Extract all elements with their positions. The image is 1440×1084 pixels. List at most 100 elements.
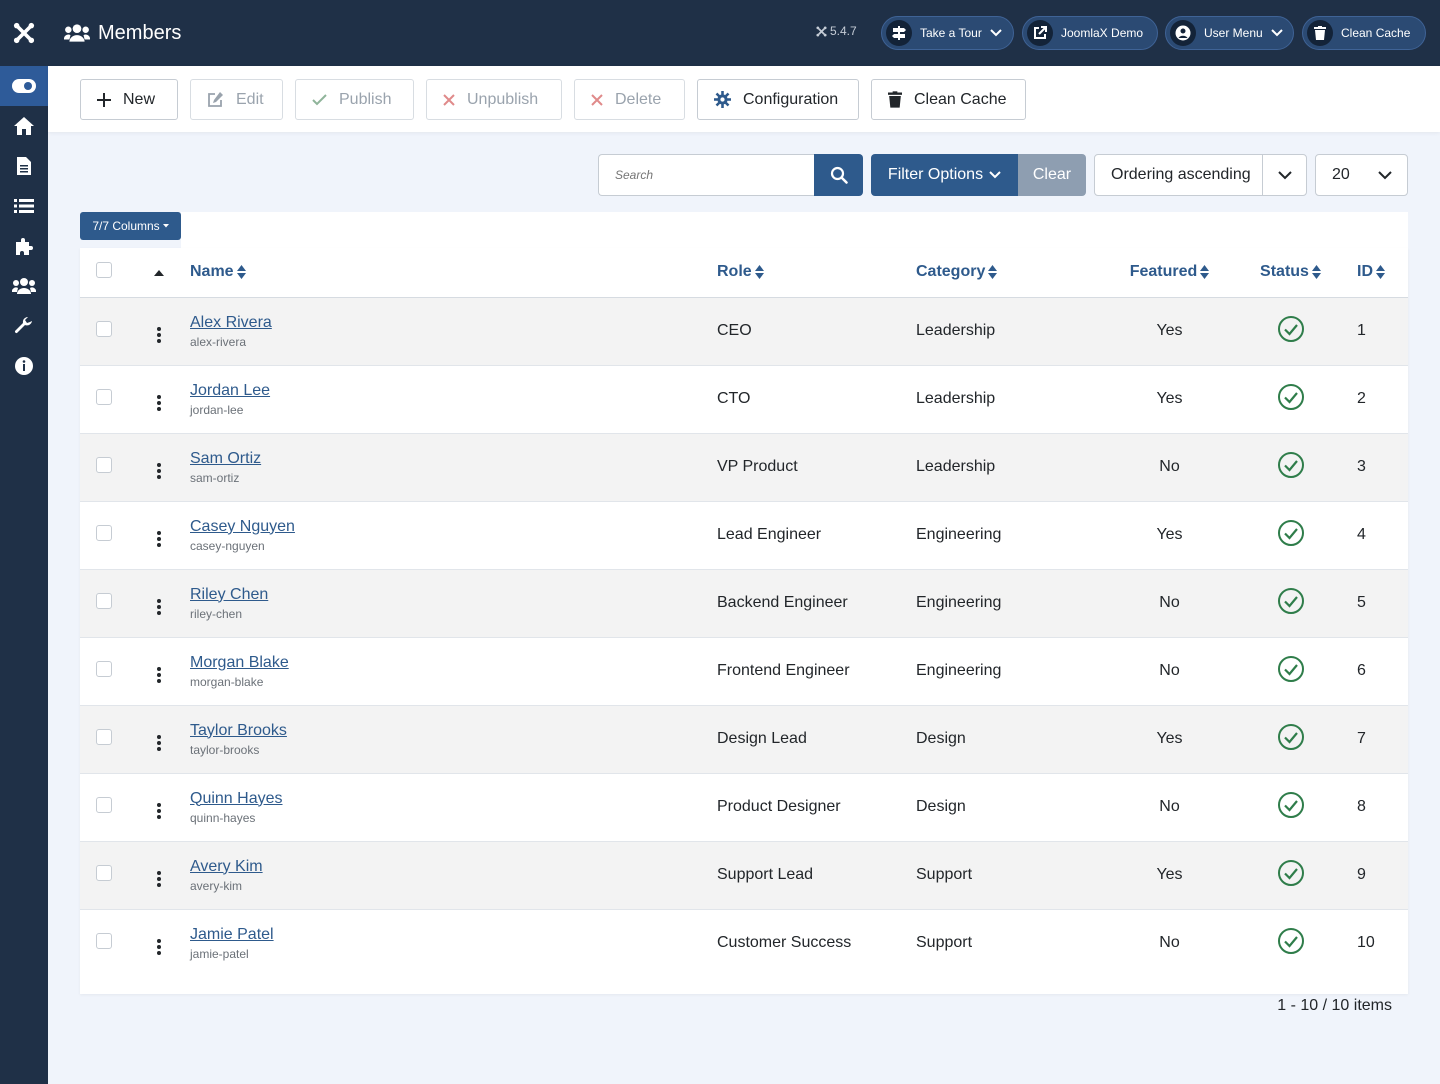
sort-icon [1200,265,1210,280]
member-name-link[interactable]: Jordan Lee [190,382,270,400]
search-button[interactable] [814,154,863,196]
featured-column-header[interactable]: Featured [1130,263,1210,281]
table-row: Jordan Lee jordan-lee CTO Leadership Yes… [80,365,1408,433]
drag-handle-icon[interactable] [153,529,165,549]
sidebar-item-system[interactable] [0,306,48,346]
published-status-icon[interactable] [1277,315,1305,348]
member-name-link[interactable]: Quinn Hayes [190,790,283,808]
row-checkbox[interactable] [96,932,112,949]
take-tour-button[interactable]: Take a Tour [881,16,1014,50]
member-featured: Yes [1156,390,1183,407]
row-checkbox[interactable] [96,728,112,745]
filter-options-button[interactable]: Filter Options [871,154,1018,196]
member-name-link[interactable]: Taylor Brooks [190,722,287,740]
sidebar-item-menus[interactable] [0,186,48,226]
drag-handle-icon[interactable] [153,733,165,753]
drag-handle-icon[interactable] [153,461,165,481]
name-column-header[interactable]: Name [190,263,246,281]
member-name-link[interactable]: Jamie Patel [190,926,274,944]
member-id: 4 [1357,526,1366,543]
published-status-icon[interactable] [1277,723,1305,756]
member-alias: riley-chen [190,606,243,621]
columns-button[interactable]: 7/7 Columns [80,212,181,240]
status-column-header[interactable]: Status [1260,263,1321,281]
joomla-logo-icon [13,22,35,44]
caret-down-icon [162,224,169,228]
chevron-down-icon [990,29,1002,37]
published-status-icon[interactable] [1277,383,1305,416]
member-id: 6 [1357,662,1366,679]
drag-handle-icon[interactable] [153,869,165,889]
published-status-icon[interactable] [1277,587,1305,620]
drag-handle-icon[interactable] [153,597,165,617]
edit-icon [208,92,223,107]
row-checkbox[interactable] [96,524,112,541]
plus-icon [97,92,111,107]
new-button[interactable]: New [80,79,178,120]
publish-button[interactable]: Publish [295,79,414,120]
row-checkbox[interactable] [96,388,112,405]
member-name-link[interactable]: Casey Nguyen [190,518,295,536]
member-name-link[interactable]: Riley Chen [190,586,268,604]
unpublish-button[interactable]: Unpublish [426,79,562,120]
search-icon [830,166,848,184]
row-checkbox[interactable] [96,796,112,813]
published-status-icon[interactable] [1277,655,1305,688]
member-id: 7 [1357,730,1366,747]
row-checkbox[interactable] [96,320,112,337]
sidebar-item-content[interactable] [0,146,48,186]
sidebar-item-users[interactable] [0,266,48,306]
header-clean-cache-button[interactable]: Clean Cache [1302,16,1426,50]
row-checkbox[interactable] [96,864,112,881]
chevron-down-icon [1262,155,1306,195]
row-checkbox[interactable] [96,660,112,677]
toggle-icon [12,79,36,93]
sidebar-item-toggle[interactable] [0,66,48,106]
published-status-icon[interactable] [1277,859,1305,892]
search-input[interactable] [598,154,814,196]
published-status-icon[interactable] [1277,927,1305,960]
user-menu-label: User Menu [1204,26,1263,40]
configuration-button[interactable]: Configuration [697,79,859,120]
sidebar-item-help[interactable] [0,346,48,386]
row-checkbox[interactable] [96,592,112,609]
clean-cache-button[interactable]: Clean Cache [871,79,1026,120]
drag-handle-icon[interactable] [153,665,165,685]
sidebar-item-extensions[interactable] [0,226,48,266]
featured-header-label: Featured [1129,263,1198,281]
joomla-logo[interactable] [0,0,48,66]
edit-button[interactable]: Edit [190,79,283,120]
user-menu-button[interactable]: User Menu [1165,16,1294,50]
limit-select[interactable]: 20 [1315,154,1408,196]
id-column-header[interactable]: ID [1357,263,1385,281]
table-row: Casey Nguyen casey-nguyen Lead Engineer … [80,501,1408,569]
select-all-checkbox[interactable] [96,261,112,278]
member-role: Customer Success [717,934,852,952]
joomlax-demo-button[interactable]: JoomlaX Demo [1022,16,1158,50]
delete-button[interactable]: Delete [574,79,685,120]
role-header-label: Role [717,263,752,281]
version-label: 5.4.7 [816,24,857,38]
row-checkbox[interactable] [96,456,112,473]
member-name-link[interactable]: Alex Rivera [190,314,272,332]
role-column-header[interactable]: Role [717,263,764,281]
clear-button[interactable]: Clear [1018,154,1086,196]
drag-handle-icon[interactable] [153,937,165,957]
drag-handle-icon[interactable] [153,393,165,413]
member-name-link[interactable]: Morgan Blake [190,654,289,672]
drag-handle-icon[interactable] [153,325,165,345]
published-status-icon[interactable] [1277,451,1305,484]
published-status-icon[interactable] [1277,519,1305,552]
member-role: Lead Engineer [717,526,822,543]
member-category: Leadership [916,322,996,339]
member-featured: Yes [1156,322,1183,339]
member-name-link[interactable]: Avery Kim [190,858,263,876]
ordering-select[interactable]: Ordering ascending [1094,154,1307,196]
member-name-link[interactable]: Sam Ortiz [190,450,261,468]
page-title: Members [98,21,182,44]
ordering-column-header[interactable] [128,248,190,297]
category-column-header[interactable]: Category [916,263,998,281]
published-status-icon[interactable] [1277,791,1305,824]
drag-handle-icon[interactable] [153,801,165,821]
sidebar-item-home[interactable] [0,106,48,146]
